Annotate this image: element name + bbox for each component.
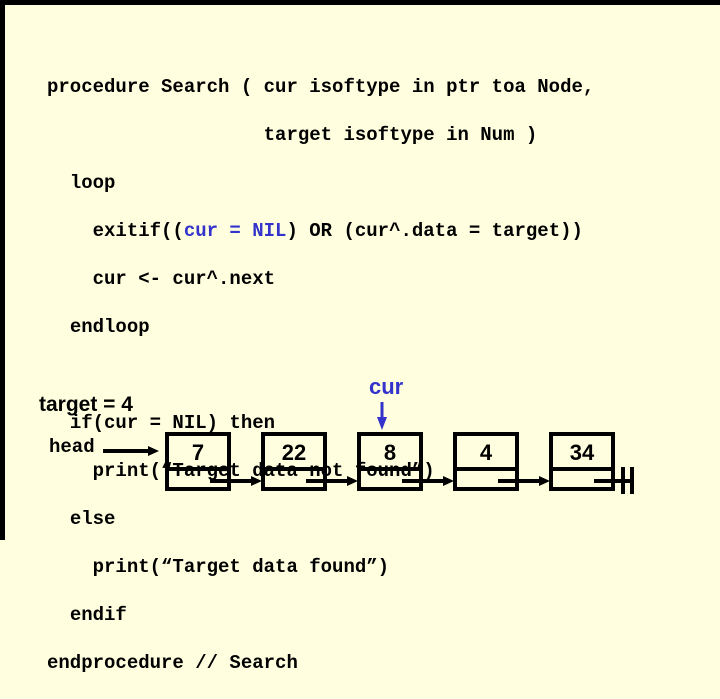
- node-value: 4: [480, 440, 493, 465]
- cur-arrow-head: [377, 417, 387, 430]
- next-pointer-arrowhead: [539, 476, 550, 486]
- code-line-11: print(“Target data found”): [92, 556, 390, 578]
- next-pointer-arrowhead: [251, 476, 262, 486]
- next-pointer-arrowhead: [443, 476, 454, 486]
- next-pointer-arrowhead: [347, 476, 358, 486]
- node-value: 7: [192, 440, 204, 465]
- linked-list-diagram: 7 22 8 4 34: [103, 402, 634, 494]
- head-arrow-head: [148, 446, 159, 456]
- node-value: 8: [384, 440, 396, 465]
- code-line-12: endif: [69, 604, 127, 626]
- code-line-13: endprocedure // Search: [47, 652, 298, 674]
- node-value: 34: [570, 440, 595, 465]
- node-value: 22: [282, 440, 306, 465]
